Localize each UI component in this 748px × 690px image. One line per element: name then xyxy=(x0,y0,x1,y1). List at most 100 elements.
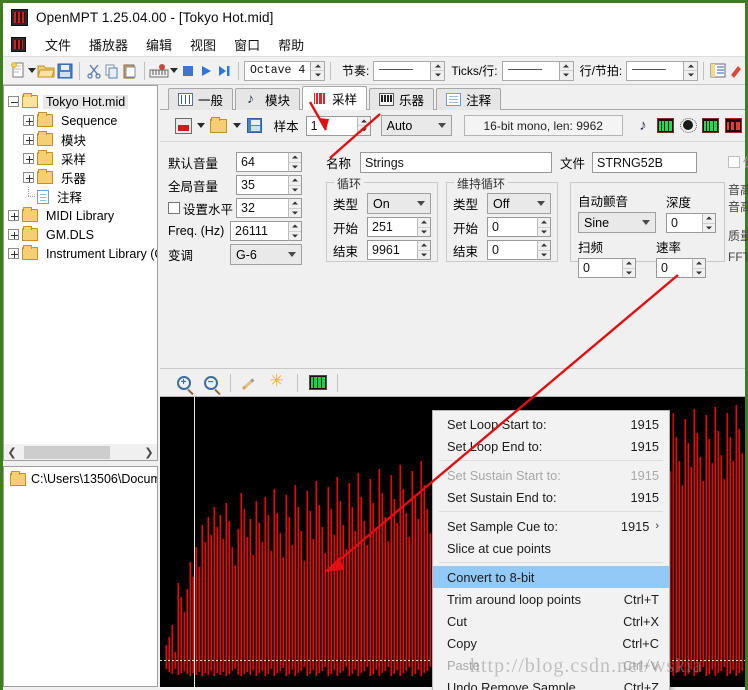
keep-checkbox-row[interactable]: 保 xyxy=(728,152,748,171)
tree-node-instruments[interactable]: 乐器 xyxy=(8,168,157,187)
menu-player[interactable]: 播放器 xyxy=(80,33,137,56)
loop-end-value[interactable]: 9961 xyxy=(367,240,417,260)
sample-context-menu[interactable]: Set Loop Start to: 1915 Set Loop End to:… xyxy=(432,410,670,690)
default-volume-value[interactable]: 64 xyxy=(236,152,288,172)
depth-value[interactable]: 0 xyxy=(666,213,702,233)
loop-type-select[interactable]: On xyxy=(367,193,431,214)
tree-node-samples[interactable]: 采样 xyxy=(8,149,157,168)
tree-node-gm-dls[interactable]: GM.DLS xyxy=(8,225,157,244)
sustain-end-field[interactable]: 0 xyxy=(487,240,551,260)
global-volume-field[interactable]: 35 xyxy=(236,175,302,195)
sustain-end-value[interactable]: 0 xyxy=(487,240,537,260)
menu-item-trim-around-loop-points[interactable]: Trim around loop points Ctrl+T xyxy=(433,588,669,610)
sample-number-spinner[interactable] xyxy=(356,115,371,136)
expand-plus-icon[interactable] xyxy=(8,248,19,259)
midi-dropdown-icon[interactable] xyxy=(169,59,179,82)
octave-spinner[interactable] xyxy=(310,61,325,80)
tree-node-instrument-library[interactable]: Instrument Library (C:\ xyxy=(8,244,157,263)
autovibrato-type-select[interactable]: Sine xyxy=(578,212,656,233)
pencil-draw-icon[interactable] xyxy=(237,371,264,395)
properties-icon[interactable] xyxy=(709,59,727,82)
expand-plus-icon[interactable] xyxy=(23,115,34,126)
zoom-out-icon[interactable]: − xyxy=(197,371,224,395)
menu-window[interactable]: 窗口 xyxy=(225,33,269,56)
expand-plus-icon[interactable] xyxy=(23,134,34,145)
frequency-field[interactable]: 26111 xyxy=(230,221,302,241)
red-waveform-icon[interactable] xyxy=(722,115,745,137)
tempo-field[interactable] xyxy=(373,60,446,81)
tab-general[interactable]: 一般 xyxy=(168,88,234,110)
ticks-field[interactable] xyxy=(501,60,574,81)
octave-field[interactable]: Octave 4 xyxy=(244,60,326,81)
depth-spinner[interactable] xyxy=(702,213,716,233)
sustain-end-spinner[interactable] xyxy=(537,240,551,260)
menu-item-convert-to-8-bit[interactable]: Convert to 8-bit xyxy=(433,566,669,588)
path-list-item[interactable]: C:\Users\13506\Documen xyxy=(4,467,157,486)
record-dot-icon[interactable] xyxy=(677,115,700,137)
menu-item-slice-at-cue-points[interactable]: Slice at cue points xyxy=(433,537,669,559)
sustain-start-field[interactable]: 0 xyxy=(487,217,551,237)
save-disk-icon[interactable] xyxy=(243,115,266,137)
set-pan-value[interactable]: 32 xyxy=(236,198,288,218)
tree-node-midi-library[interactable]: MIDI Library xyxy=(8,206,157,225)
sample-file-value[interactable]: STRNG52B xyxy=(592,152,697,173)
menu-item-set-sample-cue[interactable]: Set Sample Cue to: 1915 › xyxy=(433,515,669,537)
save-sample-dropdown-icon[interactable] xyxy=(195,114,208,137)
expand-plus-icon[interactable] xyxy=(23,172,34,183)
sustain-start-value[interactable]: 0 xyxy=(487,217,537,237)
open-sample-dropdown-icon[interactable] xyxy=(230,114,243,137)
depth-field[interactable]: 0 xyxy=(666,213,716,233)
sweep-value[interactable]: 0 xyxy=(578,258,622,278)
menu-item-cut[interactable]: Cut Ctrl+X xyxy=(433,610,669,632)
tab-comments[interactable]: 注释 xyxy=(436,88,502,110)
tab-samples[interactable]: 采样 xyxy=(302,86,368,110)
transpose-select[interactable]: G-6 xyxy=(230,244,302,265)
menu-file[interactable]: 文件 xyxy=(36,33,80,56)
rows-per-beat-spinner[interactable] xyxy=(683,61,698,80)
sweep-spinner[interactable] xyxy=(622,258,636,278)
copy-icon[interactable] xyxy=(103,59,121,82)
sustain-type-select[interactable]: Off xyxy=(487,193,551,214)
frequency-value[interactable]: 26111 xyxy=(230,221,288,241)
rate-value[interactable]: 0 xyxy=(656,258,692,278)
tree-node-tokyo-hot[interactable]: Tokyo Hot.mid xyxy=(8,92,157,111)
midi-keyboard-icon[interactable] xyxy=(149,59,169,82)
open-folder-icon[interactable] xyxy=(37,59,56,82)
menu-item-set-loop-start[interactable]: Set Loop Start to: 1915 xyxy=(433,413,669,435)
collapse-minus-icon[interactable] xyxy=(8,96,19,107)
keep-checkbox[interactable] xyxy=(728,155,740,168)
menu-item-set-sustain-end[interactable]: Set Sustain End to: 1915 xyxy=(433,486,669,508)
expand-plus-icon[interactable] xyxy=(8,229,19,240)
expand-plus-icon[interactable] xyxy=(23,153,34,164)
scroll-right-icon[interactable]: ❯ xyxy=(141,445,157,460)
green-waveform-icon[interactable] xyxy=(654,115,677,137)
menu-view[interactable]: 视图 xyxy=(181,33,225,56)
menu-item-undo-remove-sample[interactable]: Undo Remove Sample Ctrl+Z xyxy=(433,676,669,690)
plugin-icon[interactable] xyxy=(727,59,745,82)
ticks-spinner[interactable] xyxy=(558,61,573,80)
expand-plus-icon[interactable] xyxy=(8,210,19,221)
rate-spinner[interactable] xyxy=(692,258,706,278)
menu-item-copy[interactable]: Copy Ctrl+C xyxy=(433,632,669,654)
tree-node-patterns[interactable]: 模块 xyxy=(8,130,157,149)
tree-node-sequence[interactable]: Sequence xyxy=(8,111,157,130)
loop-start-spinner[interactable] xyxy=(417,217,431,237)
default-volume-field[interactable]: 64 xyxy=(236,152,302,172)
path-panel[interactable]: C:\Users\13506\Documen xyxy=(3,466,158,687)
global-volume-value[interactable]: 35 xyxy=(236,175,288,195)
rate-field[interactable]: 0 xyxy=(656,258,706,278)
loop-start-field[interactable]: 251 xyxy=(367,217,431,237)
tree-node-comments[interactable]: 注释 xyxy=(8,187,157,206)
set-pan-checkbox[interactable] xyxy=(168,202,180,214)
zoom-in-icon[interactable]: + xyxy=(170,371,197,395)
loop-end-spinner[interactable] xyxy=(417,240,431,260)
rows-per-beat-field[interactable] xyxy=(626,60,699,81)
tree-horizontal-scrollbar[interactable]: ❮ ❯ xyxy=(3,444,158,461)
vu-meter-icon[interactable] xyxy=(304,371,331,395)
save-sample-icon[interactable] xyxy=(172,115,195,137)
green-bars-icon[interactable] xyxy=(700,115,723,137)
sample-number-value[interactable]: 1 xyxy=(305,115,357,136)
default-volume-spinner[interactable] xyxy=(288,152,302,172)
set-pan-field[interactable]: 32 xyxy=(236,198,302,218)
frequency-spinner[interactable] xyxy=(288,221,302,241)
